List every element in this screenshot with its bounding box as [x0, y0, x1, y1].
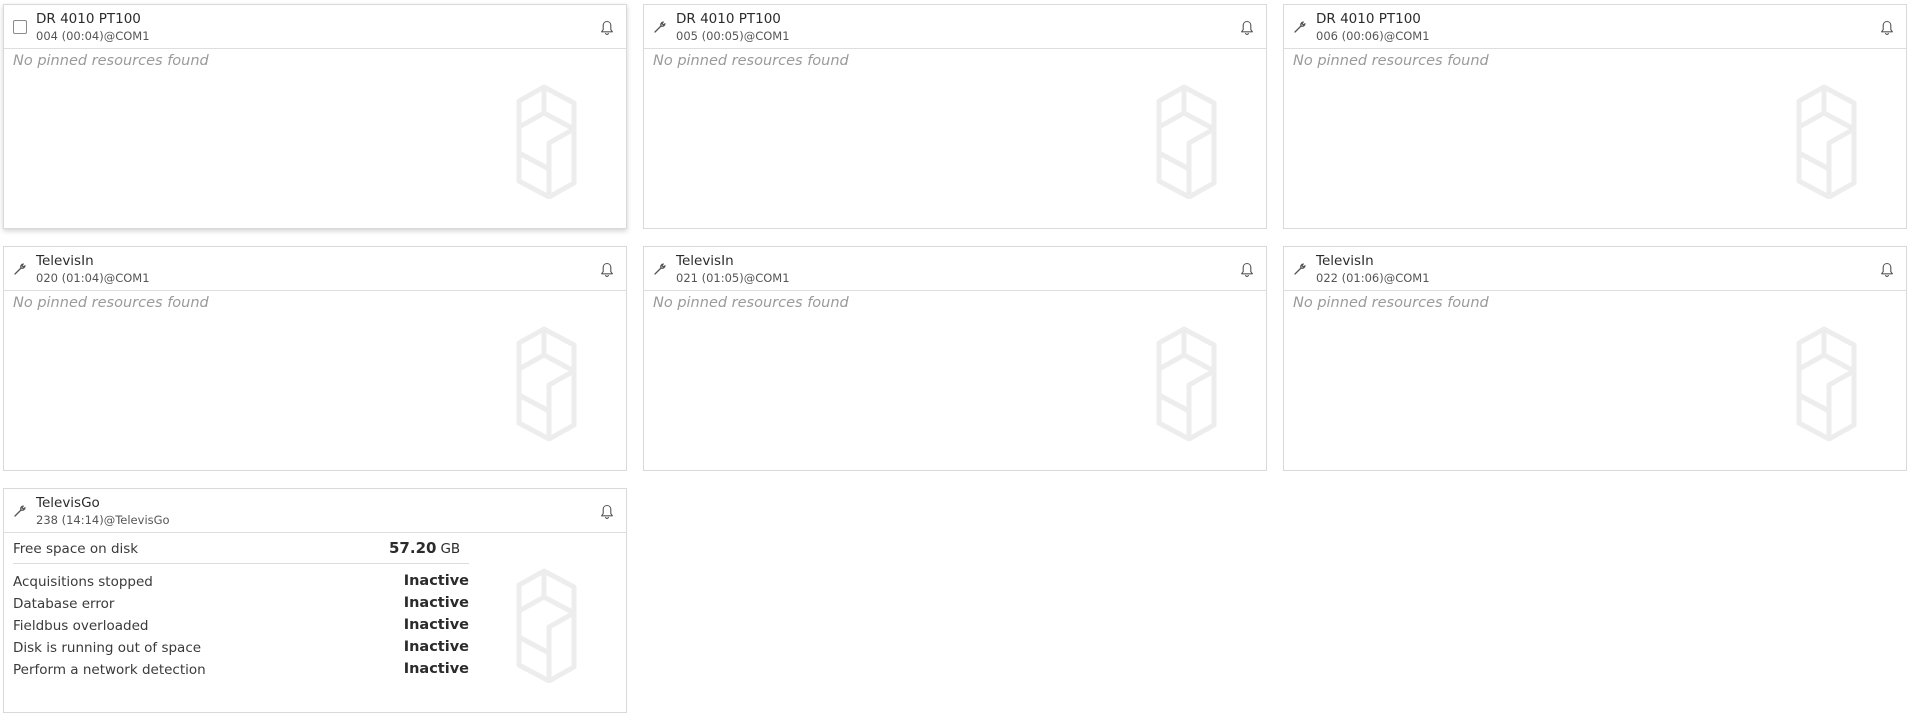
card-header: DR 4010 PT100 006 (00:06)@COM1: [1284, 5, 1906, 49]
bell-icon[interactable]: [1880, 262, 1894, 278]
card-header: DR 4010 PT100 005 (00:05)@COM1: [644, 5, 1266, 49]
bell-icon[interactable]: [600, 504, 614, 520]
device-watermark-icon: [1796, 326, 1857, 441]
bell-icon[interactable]: [1240, 262, 1254, 278]
card-title: TelevisIn: [676, 253, 734, 269]
bell-icon[interactable]: [600, 20, 614, 36]
disk-space-unit: GB: [440, 541, 461, 557]
device-card-grid: DR 4010 PT100 004 (00:04)@COM1 No pinned…: [3, 4, 1907, 713]
card-subtitle: 004 (00:04)@COM1: [36, 29, 150, 43]
status-row: Acquisitions stopped Inactive: [13, 571, 469, 593]
card-title: DR 4010 PT100: [36, 11, 141, 27]
disk-space-number: 57.20: [389, 539, 437, 557]
card-title: TelevisGo: [36, 495, 100, 511]
device-card[interactable]: DR 4010 PT100 006 (00:06)@COM1 No pinned…: [1283, 4, 1907, 229]
status-value: Inactive: [403, 661, 469, 677]
card-title: DR 4010 PT100: [1316, 11, 1421, 27]
disk-space-value: 57.20 GB: [389, 539, 460, 557]
bell-icon[interactable]: [1240, 20, 1254, 36]
bell-icon[interactable]: [1880, 20, 1894, 36]
empty-message: No pinned resources found: [653, 53, 849, 69]
card-subtitle: 005 (00:05)@COM1: [676, 29, 790, 43]
status-value: Inactive: [403, 573, 469, 589]
disk-space-row: Free space on disk 57.20 GB: [13, 533, 469, 564]
status-list: Acquisitions stopped Inactive Database e…: [13, 571, 469, 681]
device-watermark-icon: [1156, 84, 1217, 199]
empty-message: No pinned resources found: [653, 295, 849, 311]
disk-space-label: Free space on disk: [13, 541, 139, 557]
empty-message: No pinned resources found: [1293, 53, 1489, 69]
device-card[interactable]: TelevisIn 020 (01:04)@COM1 No pinned res…: [3, 246, 627, 471]
device-watermark-icon: [516, 568, 577, 683]
card-header: TelevisIn 022 (01:06)@COM1: [1284, 247, 1906, 291]
device-card[interactable]: TelevisIn 022 (01:06)@COM1 No pinned res…: [1283, 246, 1907, 471]
wrench-icon: [1292, 19, 1308, 35]
wrench-icon: [652, 261, 668, 277]
card-title: TelevisIn: [36, 253, 94, 269]
status-label: Perform a network detection: [13, 662, 206, 678]
wrench-icon: [12, 503, 28, 519]
card-header: TelevisIn 021 (01:05)@COM1: [644, 247, 1266, 291]
status-label: Disk is running out of space: [13, 640, 202, 656]
device-card[interactable]: TelevisGo 238 (14:14)@TelevisGo Free spa…: [3, 488, 627, 713]
device-watermark-icon: [516, 84, 577, 199]
status-label: Fieldbus overloaded: [13, 618, 149, 634]
device-card[interactable]: DR 4010 PT100 004 (00:04)@COM1 No pinned…: [3, 4, 627, 229]
card-header: TelevisIn 020 (01:04)@COM1: [4, 247, 626, 291]
status-label: Database error: [13, 596, 115, 612]
device-watermark-icon: [1796, 84, 1857, 199]
status-row: Perform a network detection Inactive: [13, 659, 469, 681]
status-row: Disk is running out of space Inactive: [13, 637, 469, 659]
empty-message: No pinned resources found: [1293, 295, 1489, 311]
status-panel: Free space on disk 57.20 GB Acquisitions …: [13, 533, 469, 681]
wrench-icon: [652, 19, 668, 35]
status-row: Database error Inactive: [13, 593, 469, 615]
card-header: DR 4010 PT100 004 (00:04)@COM1: [4, 5, 626, 49]
card-subtitle: 006 (00:06)@COM1: [1316, 29, 1430, 43]
status-row: Fieldbus overloaded Inactive: [13, 615, 469, 637]
card-header: TelevisGo 238 (14:14)@TelevisGo: [4, 489, 626, 533]
card-title: TelevisIn: [1316, 253, 1374, 269]
device-card[interactable]: TelevisIn 021 (01:05)@COM1 No pinned res…: [643, 246, 1267, 471]
card-title: DR 4010 PT100: [676, 11, 781, 27]
status-value: Inactive: [403, 639, 469, 655]
device-card[interactable]: DR 4010 PT100 005 (00:05)@COM1 No pinned…: [643, 4, 1267, 229]
select-checkbox[interactable]: [12, 19, 28, 35]
bell-icon[interactable]: [600, 262, 614, 278]
card-subtitle: 021 (01:05)@COM1: [676, 271, 790, 285]
device-watermark-icon: [1156, 326, 1217, 441]
device-watermark-icon: [516, 326, 577, 441]
status-value: Inactive: [403, 617, 469, 633]
status-value: Inactive: [403, 595, 469, 611]
card-subtitle: 238 (14:14)@TelevisGo: [36, 513, 170, 527]
empty-message: No pinned resources found: [13, 295, 209, 311]
wrench-icon: [1292, 261, 1308, 277]
card-subtitle: 020 (01:04)@COM1: [36, 271, 150, 285]
card-subtitle: 022 (01:06)@COM1: [1316, 271, 1430, 285]
empty-message: No pinned resources found: [13, 53, 209, 69]
status-label: Acquisitions stopped: [13, 574, 153, 590]
wrench-icon: [12, 261, 28, 277]
